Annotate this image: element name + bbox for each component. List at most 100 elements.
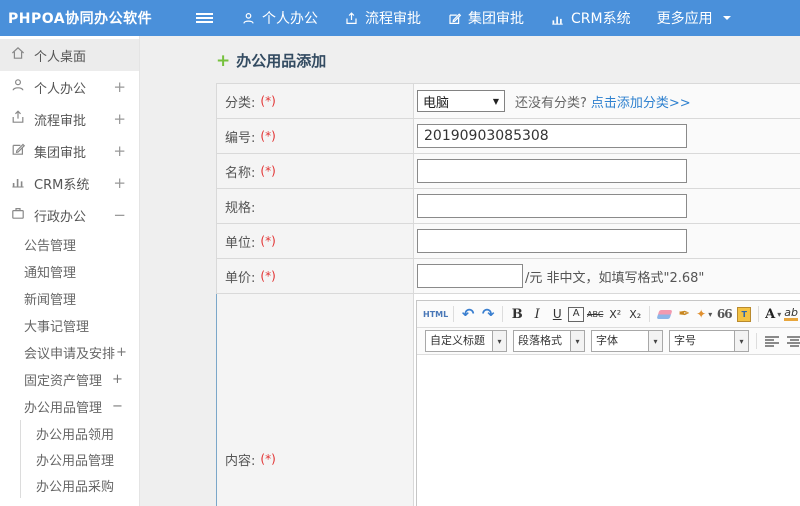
top-nav: 个人办公 流程审批 集团审批 CRM系统 更多应用	[241, 8, 731, 28]
sidebar-item-label: 行政办公	[34, 209, 87, 225]
field-value-code	[414, 119, 800, 153]
nav-label: 个人办公	[262, 11, 318, 27]
sidebar-item-label: 办公用品管理	[36, 453, 115, 469]
sidebar-item-group-approval[interactable]: 集团审批 +	[0, 135, 139, 167]
sidebar-item-label: 流程审批	[34, 113, 87, 129]
format-painter-button[interactable]: ✦ ▾	[695, 304, 713, 324]
sidebar-item-crm-system[interactable]: CRM系统 +	[0, 167, 139, 199]
page-title: 办公用品添加	[236, 52, 327, 70]
hamburger-menu-icon[interactable]	[196, 11, 213, 25]
sidebar-item-admin-office[interactable]: 行政办公 −	[0, 199, 139, 231]
eraser-button[interactable]	[655, 304, 673, 324]
font-family-dropdown[interactable]: 字体 ▾	[591, 330, 663, 352]
nav-label: CRM系统	[571, 11, 631, 27]
sidebar-item-workflow-approval[interactable]: 流程审批 +	[0, 103, 139, 135]
align-left-button[interactable]	[765, 335, 779, 347]
caret-down-icon: ▾	[735, 330, 749, 352]
sidebar-item-supplies-purchase[interactable]: 办公用品采购	[21, 472, 139, 498]
add-category-link[interactable]: 点击添加分类>>	[591, 92, 691, 111]
expand-plus-icon[interactable]: +	[112, 372, 123, 387]
nav-workflow-approval[interactable]: 流程审批	[344, 8, 421, 28]
caret-down-icon: ▾	[708, 309, 713, 319]
undo-button[interactable]: ↶	[459, 304, 477, 324]
align-center-button[interactable]	[787, 335, 800, 347]
sidebar-item-personal-desktop[interactable]: 个人桌面	[0, 39, 139, 71]
paste-button[interactable]: T	[735, 304, 753, 324]
spec-input[interactable]	[417, 194, 687, 218]
font-border-button[interactable]: A	[568, 306, 585, 322]
font-size-dropdown[interactable]: 字号 ▾	[669, 330, 749, 352]
field-label-price: 单价: (*)	[217, 259, 414, 293]
underline-button[interactable]: U	[548, 304, 566, 324]
redo-button[interactable]: ↷	[479, 304, 497, 324]
sidebar-item-label: 大事记管理	[24, 320, 90, 335]
expand-plus-icon[interactable]: +	[113, 78, 126, 96]
form-row-category: 分类: (*) 电脑 ▼ 还没有分类? 点击添加分类>>	[216, 84, 800, 119]
caret-down-icon: ▾	[777, 309, 782, 319]
selected-option: 电脑	[423, 95, 450, 111]
field-value-unit	[414, 224, 800, 258]
collapse-minus-icon[interactable]: −	[113, 206, 126, 224]
add-plus-icon: +	[216, 50, 231, 71]
page-title-row: + 办公用品添加	[216, 50, 326, 71]
label-text: 规格:	[225, 200, 256, 216]
blockquote-button[interactable]: 66	[715, 304, 733, 324]
sidebar-item-office-supplies-mgmt[interactable]: 办公用品管理 −	[0, 393, 139, 420]
toolbar-separator	[502, 306, 504, 322]
sidebar-item-supplies-requisition[interactable]: 办公用品领用	[21, 420, 139, 446]
unit-input[interactable]	[417, 229, 687, 253]
expand-plus-icon[interactable]: +	[113, 142, 126, 160]
strikethrough-button[interactable]: ABC	[586, 304, 604, 324]
name-input[interactable]	[417, 159, 687, 183]
code-input[interactable]	[417, 124, 687, 148]
nav-personal-office[interactable]: 个人办公	[241, 8, 318, 28]
sidebar-item-memorabilia-mgmt[interactable]: 大事记管理	[0, 312, 139, 339]
label-text: 分类:	[225, 95, 256, 111]
html-source-button[interactable]: HTML	[423, 304, 448, 324]
toolbar-separator	[756, 333, 757, 349]
clear-format-button[interactable]: ✒	[675, 304, 693, 324]
sidebar-item-news-mgmt[interactable]: 新闻管理	[0, 285, 139, 312]
nav-more-apps[interactable]: 更多应用	[657, 8, 731, 28]
sidebar-item-notice-mgmt[interactable]: 通知管理	[0, 258, 139, 285]
italic-button[interactable]: I	[528, 304, 546, 324]
app-window: PHPOA协同办公软件 个人办公 流程审批 集团审批 CRM系统 更多应用 个人…	[0, 0, 800, 506]
sidebar-item-supplies-management[interactable]: 办公用品管理	[21, 446, 139, 472]
sidebar-item-personal-office[interactable]: 个人办公 +	[0, 71, 139, 103]
collapse-minus-icon[interactable]: −	[112, 399, 123, 414]
highlight-button[interactable]: ab▾	[784, 304, 800, 324]
nav-crm-system[interactable]: CRM系统	[550, 8, 631, 28]
sidebar-subgroup-office-supplies: 办公用品领用 办公用品管理 办公用品采购	[20, 420, 139, 498]
superscript-button[interactable]: X²	[606, 304, 624, 324]
required-marker: (*)	[260, 269, 276, 283]
share-icon	[344, 11, 359, 26]
form-row-price: 单价: (*) /元 非中文，如填写格式"2.68"	[216, 259, 800, 294]
sidebar-item-label: 办公用品领用	[36, 427, 115, 443]
caret-down-icon: ▾	[649, 330, 663, 352]
nav-group-approval[interactable]: 集团审批	[447, 8, 524, 28]
sidebar-item-announcement-mgmt[interactable]: 公告管理	[0, 231, 139, 258]
required-marker: (*)	[260, 94, 276, 108]
category-select[interactable]: 电脑 ▼	[417, 90, 505, 112]
expand-plus-icon[interactable]: +	[113, 110, 126, 128]
sidebar-item-fixed-assets-mgmt[interactable]: 固定资产管理 +	[0, 366, 139, 393]
editor-content-area[interactable]	[417, 355, 800, 506]
expand-plus-icon[interactable]: +	[113, 174, 126, 192]
field-value-category: 电脑 ▼ 还没有分类? 点击添加分类>>	[414, 84, 800, 118]
caret-down-icon: ▾	[493, 330, 507, 352]
sidebar-item-meeting-request[interactable]: 会议申请及安排 +	[0, 339, 139, 366]
briefcase-icon	[10, 205, 34, 225]
app-logo: PHPOA协同办公软件	[8, 11, 153, 27]
custom-heading-dropdown[interactable]: 自定义标题 ▾	[425, 330, 507, 352]
sidebar-item-label: 新闻管理	[24, 293, 77, 308]
expand-plus-icon[interactable]: +	[116, 345, 127, 360]
bold-button[interactable]: B	[508, 304, 526, 324]
price-input[interactable]	[417, 264, 523, 288]
paragraph-format-dropdown[interactable]: 段落格式 ▾	[513, 330, 585, 352]
required-marker: (*)	[260, 129, 276, 143]
required-marker: (*)	[260, 452, 276, 466]
subscript-button[interactable]: X₂	[626, 304, 644, 324]
sidebar-item-label: 办公用品采购	[36, 479, 115, 495]
highlight-letters: ab	[784, 306, 798, 321]
font-color-button[interactable]: A ▾	[764, 304, 782, 324]
